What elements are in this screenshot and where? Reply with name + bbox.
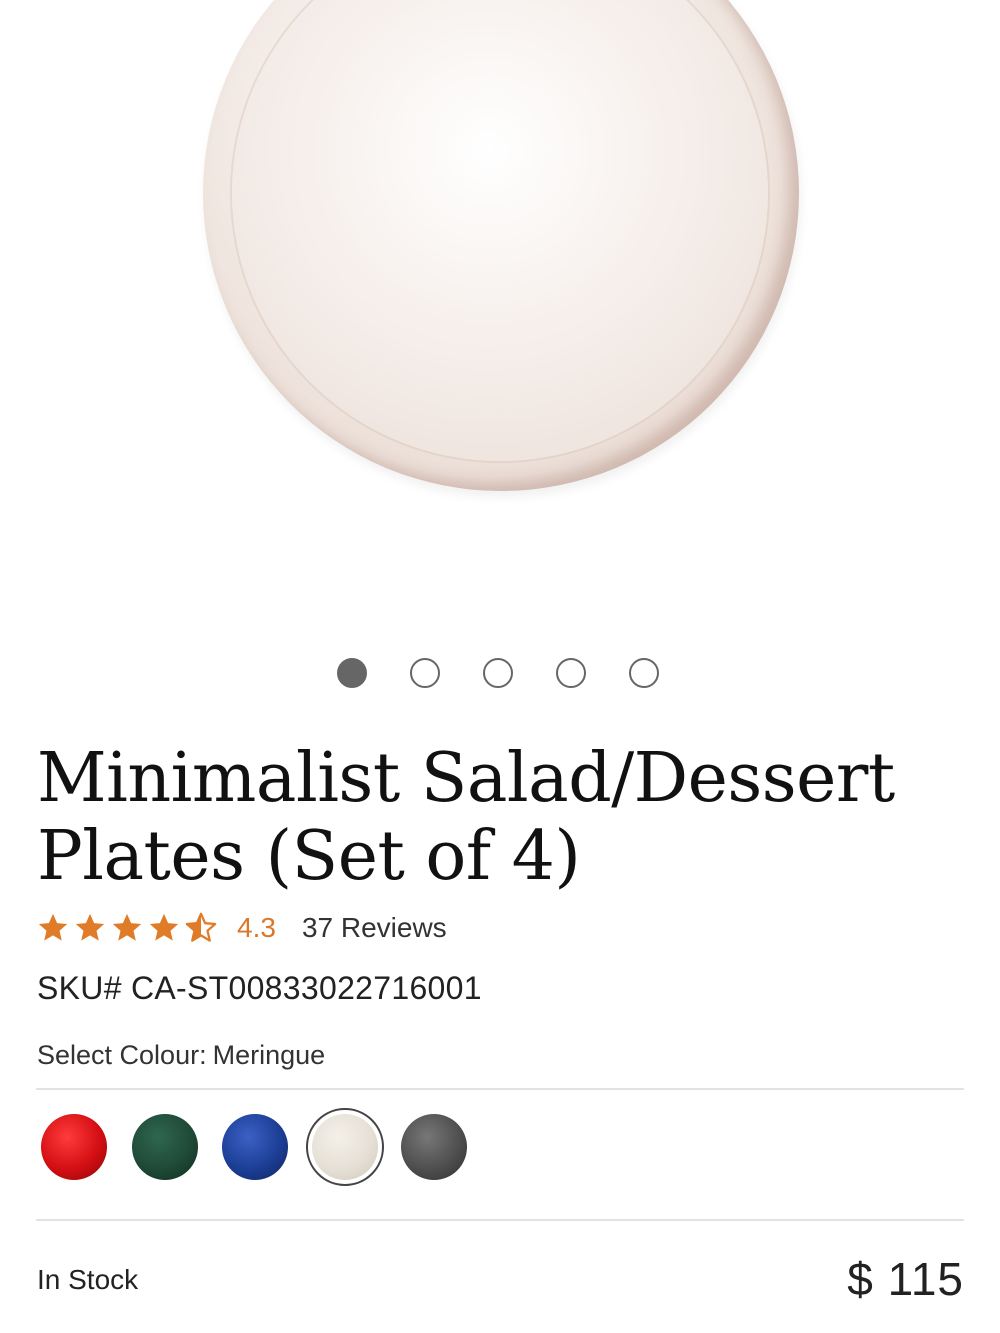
divider	[36, 1088, 964, 1090]
swatch-meringue[interactable]	[312, 1114, 378, 1180]
product-title: Minimalist Salad/Dessert Plates (Set of …	[37, 740, 937, 896]
colour-selector-label: Select Colour: Meringue	[37, 1040, 325, 1071]
selected-colour-name: Meringue	[212, 1040, 326, 1070]
rating-value: 4.3	[237, 912, 276, 943]
product-image-carousel[interactable]	[0, 0, 1000, 640]
carousel-pagination	[0, 658, 1000, 690]
swatch-red[interactable]	[41, 1114, 107, 1180]
colour-label-text: Select Colour:	[37, 1040, 207, 1070]
product-sku: SKU# CA-ST00833022716001	[37, 970, 482, 1006]
star-full-icon	[38, 913, 68, 941]
star-rating	[36, 911, 221, 945]
star-half-icon	[185, 912, 217, 942]
product-title-line-1: Minimalist Salad/Dessert	[37, 739, 895, 818]
carousel-dot-3[interactable]	[483, 658, 513, 688]
colour-swatches	[0, 1108, 1000, 1188]
star-full-icon	[112, 913, 142, 941]
divider	[36, 1219, 964, 1221]
swatch-green[interactable]	[132, 1114, 198, 1180]
carousel-dot-2[interactable]	[410, 658, 440, 688]
carousel-dot-4[interactable]	[556, 658, 586, 688]
product-price: $ 115	[847, 1253, 964, 1305]
product-title-line-2: Plates (Set of 4)	[37, 817, 581, 896]
carousel-dot-5[interactable]	[629, 658, 659, 688]
star-full-icon	[75, 913, 105, 941]
carousel-dot-1[interactable]	[337, 658, 367, 688]
swatch-blue[interactable]	[222, 1114, 288, 1180]
reviews-link[interactable]: 37 Reviews	[302, 912, 447, 944]
stock-status: In Stock	[37, 1264, 139, 1295]
product-rating[interactable]: 4.3 37 Reviews	[36, 906, 447, 950]
swatch-grey[interactable]	[401, 1114, 467, 1180]
star-full-icon	[149, 913, 179, 941]
